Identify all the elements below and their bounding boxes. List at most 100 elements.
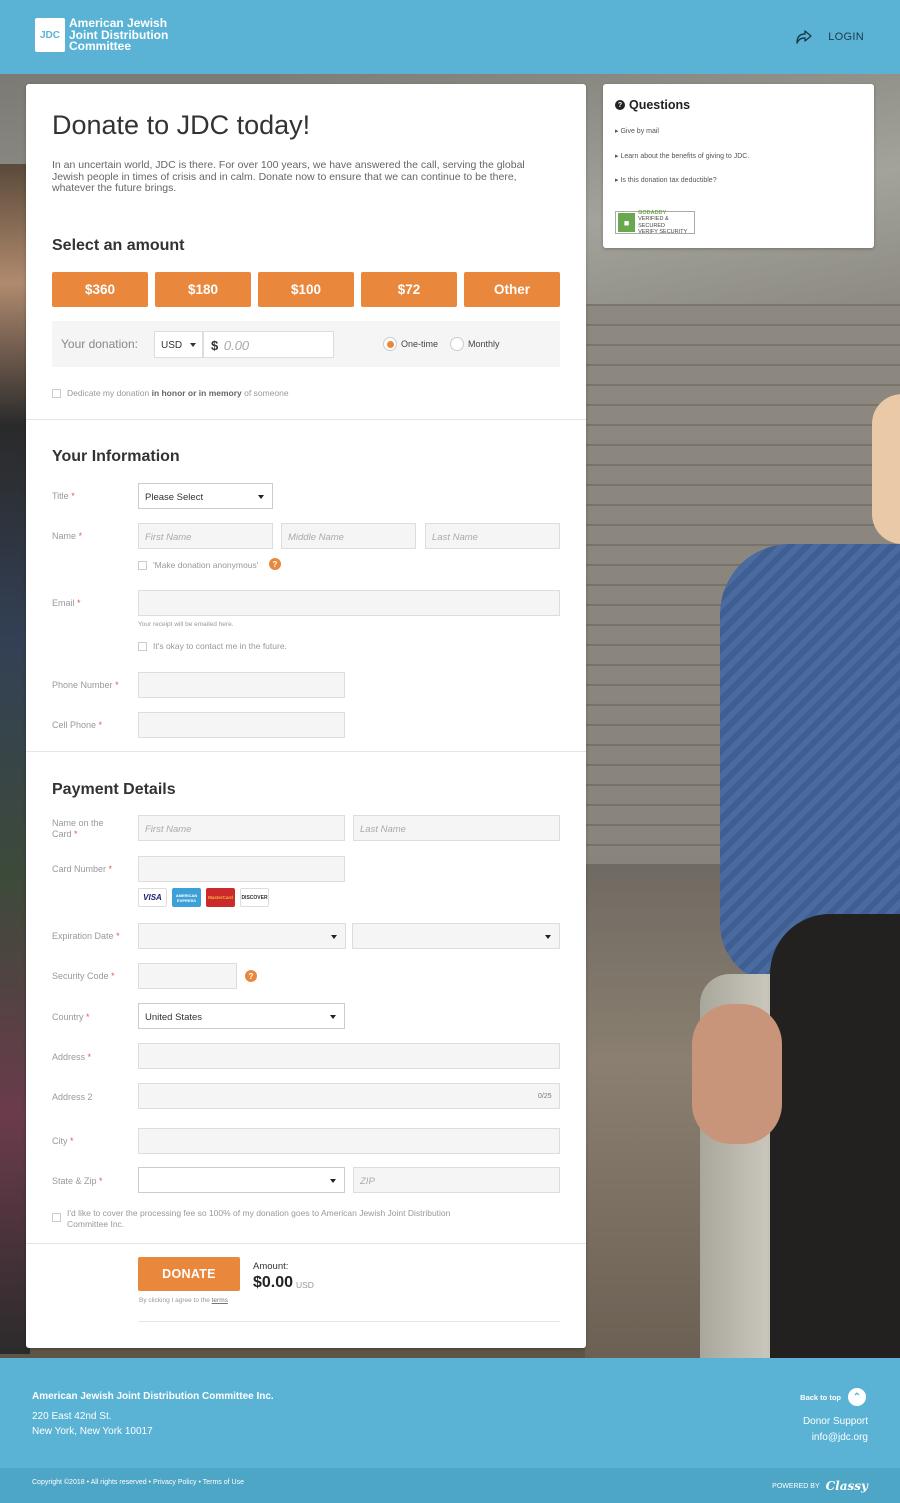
- footer-address-line2: New York, New York 10017: [32, 1426, 153, 1437]
- monthly-label: Monthly: [468, 339, 500, 349]
- currency-value: USD: [161, 340, 183, 351]
- anonymous-checkbox-row[interactable]: 'Make donation anonymous': [138, 560, 258, 570]
- terms-agreement: By clicking I agree to the terms: [139, 1297, 228, 1304]
- terms-link[interactable]: terms: [212, 1297, 228, 1304]
- currency-select[interactable]: USD: [154, 331, 203, 358]
- card-number-label: Card Number *: [52, 864, 113, 874]
- amount-button-180[interactable]: $180: [155, 272, 251, 307]
- chevron-up-icon[interactable]: ⌃: [848, 1388, 866, 1406]
- phone-input[interactable]: [138, 672, 345, 698]
- address-input[interactable]: [138, 1043, 560, 1069]
- radio-selected-icon[interactable]: [383, 337, 397, 351]
- chevron-down-icon: [190, 343, 196, 347]
- photo-hands: [692, 1004, 782, 1144]
- benefits-link[interactable]: Learn about the benefits of giving to JD…: [615, 152, 749, 160]
- discover-icon: DISCOVER: [240, 888, 269, 907]
- dedicate-label-pre: Dedicate my donation: [67, 388, 152, 398]
- amount-summary-label: Amount:: [253, 1261, 289, 1272]
- login-link[interactable]: LOGIN: [796, 30, 864, 44]
- zip-input[interactable]: ZIP: [353, 1167, 560, 1193]
- state-select[interactable]: [138, 1167, 345, 1193]
- help-icon[interactable]: ?: [245, 970, 257, 982]
- amount-button-other[interactable]: Other: [464, 272, 560, 307]
- currency-symbol: $: [211, 338, 219, 353]
- frequency-monthly[interactable]: Monthly: [450, 337, 500, 351]
- city-input[interactable]: [138, 1128, 560, 1154]
- email-hint: Your receipt will be emailed here.: [138, 621, 234, 628]
- card-last-name-input[interactable]: Last Name: [353, 815, 560, 841]
- give-by-mail-link[interactable]: Give by mail: [615, 127, 659, 135]
- chevron-down-icon: [330, 1015, 336, 1019]
- email-input[interactable]: [138, 590, 560, 616]
- security-code-label: Security Code *: [52, 971, 115, 981]
- state-zip-label-text: State & Zip: [52, 1176, 97, 1186]
- donate-button[interactable]: DONATE: [138, 1257, 240, 1291]
- site-footer: American Jewish Joint Distribution Commi…: [0, 1358, 900, 1468]
- processing-fee-checkbox-row[interactable]: I'd like to cover the processing fee so …: [52, 1208, 472, 1230]
- visa-icon: VISA: [138, 888, 167, 907]
- radio-unselected-icon[interactable]: [450, 337, 464, 351]
- dedicate-checkbox[interactable]: [52, 389, 61, 398]
- country-label: Country *: [52, 1012, 90, 1022]
- jdc-logo[interactable]: JDC American Jewish Joint Distribution C…: [35, 17, 179, 53]
- card-first-name-input[interactable]: First Name: [138, 815, 345, 841]
- address2-label: Address 2: [52, 1092, 93, 1102]
- intro-text: In an uncertain world, JDC is there. For…: [52, 159, 525, 195]
- contact-checkbox-row[interactable]: It's okay to contact me in the future.: [138, 641, 287, 651]
- login-label[interactable]: LOGIN: [828, 31, 864, 43]
- back-to-top-label[interactable]: Back to top: [800, 1393, 841, 1402]
- section-divider: [26, 1243, 586, 1244]
- security-code-input[interactable]: [138, 963, 237, 989]
- middle-name-input[interactable]: Middle Name: [281, 523, 416, 549]
- question-circle-icon: ?: [615, 100, 625, 110]
- dedicate-checkbox-row[interactable]: Dedicate my donation in honor or in memo…: [52, 388, 289, 398]
- expiration-label-text: Expiration Date: [52, 931, 114, 941]
- seal-line1: VERIFIED & SECURED: [638, 216, 669, 229]
- contact-checkbox[interactable]: [138, 642, 147, 651]
- dedicate-label-post: of someone: [241, 388, 289, 398]
- anonymous-checkbox[interactable]: [138, 561, 147, 570]
- email-label: Email *: [52, 598, 81, 608]
- support-email-link[interactable]: info@jdc.org: [812, 1432, 868, 1443]
- chevron-down-icon: [258, 495, 264, 499]
- donor-support-link[interactable]: Donor Support: [803, 1416, 868, 1427]
- chevron-down-icon: [545, 935, 551, 939]
- section-divider: [26, 419, 586, 420]
- phone-label-text: Phone Number: [52, 680, 113, 690]
- amount-options: $360 $180 $100 $72 Other: [52, 272, 560, 307]
- amount-button-72[interactable]: $72: [361, 272, 457, 307]
- frequency-one-time[interactable]: One-time: [383, 337, 438, 351]
- share-arrow-icon[interactable]: [796, 30, 812, 44]
- donation-input-row: Your donation: USD $ 0.00 One-time Month…: [52, 321, 560, 367]
- name-label-text: Name: [52, 531, 77, 541]
- address2-input[interactable]: [138, 1083, 560, 1109]
- cell-phone-input[interactable]: [138, 712, 345, 738]
- country-label-text: Country: [52, 1012, 84, 1022]
- card-number-input[interactable]: [138, 856, 345, 882]
- country-select[interactable]: United States: [138, 1003, 345, 1029]
- last-name-input[interactable]: Last Name: [425, 523, 560, 549]
- email-label-text: Email: [52, 598, 75, 608]
- godaddy-security-seal[interactable]: ■ GODADDY VERIFIED & SECURED VERIFY SECURI…: [615, 210, 695, 235]
- country-value: United States: [145, 1012, 203, 1023]
- processing-fee-label: I'd like to cover the processing fee so …: [67, 1208, 451, 1229]
- state-zip-label: State & Zip *: [52, 1176, 103, 1186]
- first-name-input[interactable]: First Name: [138, 523, 273, 549]
- title-select[interactable]: Please Select: [138, 483, 273, 509]
- name-label: Name *: [52, 531, 83, 541]
- expiration-year-select[interactable]: [352, 923, 560, 949]
- amount-button-360[interactable]: $360: [52, 272, 148, 307]
- classy-logo[interactable]: Classy: [826, 1479, 868, 1493]
- seal-line2: VERIFY SECURITY: [638, 229, 688, 235]
- anonymous-label: 'Make donation anonymous': [153, 560, 259, 570]
- tax-deductible-link[interactable]: Is this donation tax deductible?: [615, 176, 716, 184]
- amount-button-100[interactable]: $100: [258, 272, 354, 307]
- cell-label-text: Cell Phone: [52, 720, 97, 730]
- donation-form-card: Donate to JDC today! In an uncertain wor…: [26, 84, 586, 1348]
- donation-amount-input[interactable]: $ 0.00: [203, 331, 334, 358]
- help-icon[interactable]: ?: [269, 558, 281, 570]
- back-to-top-link[interactable]: Back to top ⌃: [800, 1388, 866, 1406]
- expiration-month-select[interactable]: [138, 923, 346, 949]
- processing-fee-checkbox[interactable]: [52, 1213, 61, 1222]
- card-number-label-text: Card Number: [52, 864, 107, 874]
